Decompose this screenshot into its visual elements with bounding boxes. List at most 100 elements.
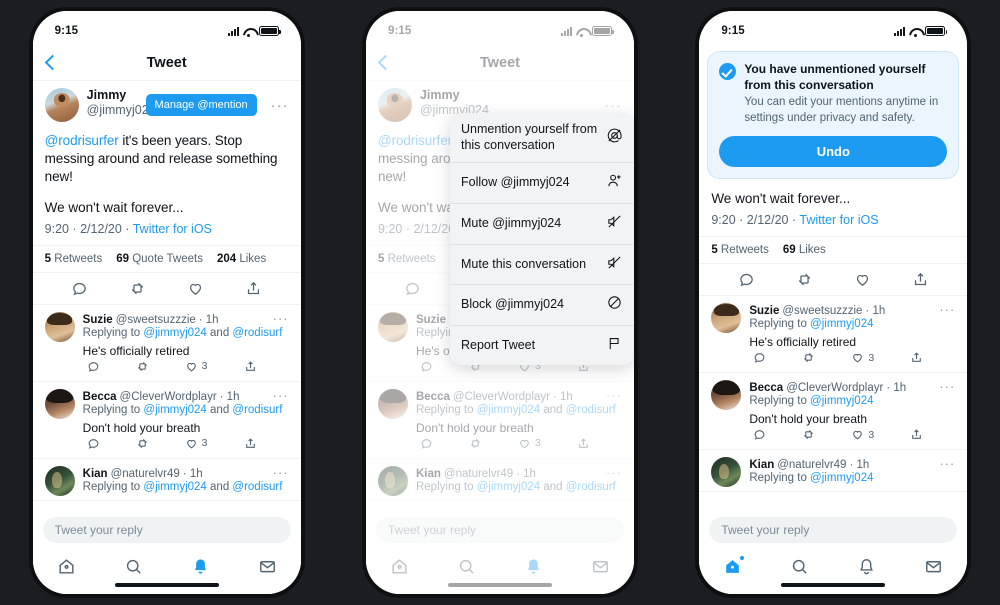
- avatar[interactable]: [377, 311, 408, 342]
- stat-item[interactable]: 5 Retweets: [378, 253, 436, 265]
- avatar[interactable]: [44, 311, 75, 342]
- avatar[interactable]: [44, 88, 79, 122]
- reply-icon[interactable]: [420, 360, 433, 373]
- stat-item[interactable]: 5 Retweets: [711, 244, 769, 256]
- reply-icon[interactable]: [753, 351, 766, 364]
- menu-item-block[interactable]: Block @jimmyj024: [449, 285, 634, 326]
- reply-composer[interactable]: Tweet your reply: [699, 511, 968, 548]
- replying-to-link[interactable]: @jimmyj024: [477, 481, 540, 493]
- retweet-icon[interactable]: [469, 437, 482, 450]
- replying-to-link[interactable]: @jimmyj024: [810, 318, 873, 330]
- reply-input[interactable]: Tweet your reply: [42, 517, 291, 543]
- replying-to-link[interactable]: @jimmyj024: [477, 404, 540, 416]
- avatar[interactable]: [44, 465, 75, 496]
- tab-search[interactable]: [790, 557, 809, 581]
- back-icon[interactable]: [44, 54, 60, 71]
- reply-icon[interactable]: [87, 360, 100, 373]
- tweet-client-link[interactable]: Twitter for iOS: [799, 213, 878, 227]
- reply-icon[interactable]: [420, 437, 433, 450]
- retweet-icon[interactable]: [802, 428, 815, 441]
- share-icon[interactable]: [910, 351, 923, 364]
- retweet-icon[interactable]: [796, 271, 813, 288]
- tweet-client-link[interactable]: Twitter for iOS: [133, 222, 212, 236]
- tweet-more-icon[interactable]: ···: [265, 98, 289, 113]
- stat-item[interactable]: 69 Likes: [783, 244, 826, 256]
- like-icon[interactable]: [854, 271, 871, 288]
- avatar[interactable]: [711, 303, 742, 334]
- share-icon[interactable]: [244, 360, 257, 373]
- avatar[interactable]: [711, 457, 742, 488]
- replying-to-link[interactable]: @jimmyj024: [143, 404, 206, 416]
- reply-input[interactable]: Tweet your reply: [375, 517, 624, 543]
- reply-icon[interactable]: [404, 280, 421, 297]
- tab-messages[interactable]: [591, 557, 610, 581]
- reply-icon[interactable]: [738, 271, 755, 288]
- share-icon[interactable]: [244, 437, 257, 450]
- like-icon[interactable]: 3: [185, 437, 208, 450]
- stat-item[interactable]: 69 Quote Tweets: [116, 253, 203, 265]
- menu-item-follow[interactable]: Follow @jimmyj024: [449, 163, 634, 204]
- replying-to-link[interactable]: @jimmyj024: [810, 472, 873, 484]
- replying-to-link[interactable]: @jimmyj024: [143, 481, 206, 493]
- mention-link[interactable]: @rodrisurfer: [45, 133, 119, 148]
- reply-more-icon[interactable]: ···: [273, 312, 289, 325]
- reply-icon[interactable]: [753, 428, 766, 441]
- menu-item-mute-user[interactable]: Mute @jimmyj024: [449, 204, 634, 245]
- reply-more-icon[interactable]: ···: [939, 380, 955, 393]
- replying-to-link-2[interactable]: @rodisurf: [232, 481, 282, 493]
- stat-item[interactable]: 204 Likes: [217, 253, 266, 265]
- share-icon[interactable]: [912, 271, 929, 288]
- reply-more-icon[interactable]: ···: [273, 389, 289, 402]
- list-item[interactable]: Kian @naturelvr49 · 1h ··· Replying to @…: [365, 459, 634, 501]
- tweet-scroll-area[interactable]: We won't wait forever... 9:20 · 2/12/20 …: [699, 179, 968, 511]
- list-item[interactable]: Kian @naturelvr49 · 1h ··· Replying to @…: [32, 459, 301, 501]
- reply-composer[interactable]: Tweet your reply: [32, 511, 301, 548]
- reply-more-icon[interactable]: ···: [606, 466, 622, 479]
- replying-to-link-2[interactable]: @rodisurf: [566, 481, 616, 493]
- share-icon[interactable]: [910, 428, 923, 441]
- menu-item-report[interactable]: Report Tweet: [450, 326, 634, 366]
- reply-composer[interactable]: Tweet your reply: [365, 511, 634, 548]
- list-item[interactable]: Becca @CleverWordplayr · 1h ··· Replying…: [32, 382, 301, 459]
- back-icon[interactable]: [377, 54, 394, 71]
- replying-to-link-2[interactable]: @rodisurf: [566, 404, 616, 416]
- tab-messages[interactable]: [924, 557, 943, 581]
- share-icon[interactable]: [577, 437, 590, 450]
- list-item[interactable]: Suzie @sweetsuzzzie · 1h ··· Replying to…: [32, 305, 301, 382]
- avatar[interactable]: [711, 380, 742, 411]
- stat-item[interactable]: 5 Retweets: [45, 253, 103, 265]
- like-icon[interactable]: 3: [851, 428, 874, 441]
- tab-notifications[interactable]: [524, 557, 543, 581]
- retweet-icon[interactable]: [136, 437, 149, 450]
- tab-messages[interactable]: [258, 557, 277, 581]
- tab-search[interactable]: [124, 557, 143, 581]
- reply-more-icon[interactable]: ···: [273, 466, 289, 479]
- list-item[interactable]: Kian @naturelvr49 · 1h ··· Replying to @…: [699, 450, 968, 493]
- like-icon[interactable]: 3: [851, 351, 874, 364]
- reply-more-icon[interactable]: ···: [606, 389, 622, 402]
- menu-item-mute-conversation[interactable]: Mute this conversation: [449, 245, 634, 286]
- manage-mention-button[interactable]: Manage @mention: [145, 94, 257, 116]
- reply-icon[interactable]: [71, 280, 88, 297]
- menu-item-unmention[interactable]: Unmention yourself from this conversatio…: [449, 113, 634, 164]
- retweet-icon[interactable]: [802, 351, 815, 364]
- retweet-icon[interactable]: [129, 280, 146, 297]
- share-icon[interactable]: [245, 280, 262, 297]
- avatar[interactable]: [44, 388, 75, 419]
- reply-icon[interactable]: [87, 437, 100, 450]
- like-icon[interactable]: [187, 280, 204, 297]
- avatar[interactable]: [377, 465, 408, 496]
- list-item[interactable]: Becca @CleverWordplayr · 1h ··· Replying…: [365, 382, 634, 459]
- tab-notifications[interactable]: [857, 557, 876, 581]
- tweet-scroll-area[interactable]: Jimmy @jimmyj024 Manage @mention ··· @ro…: [32, 81, 301, 511]
- replying-to-link-2[interactable]: @rodisurf: [232, 404, 282, 416]
- replying-to-link[interactable]: @jimmyj024: [810, 395, 873, 407]
- tab-home[interactable]: [390, 557, 409, 581]
- like-icon[interactable]: 3: [518, 437, 541, 450]
- list-item[interactable]: Becca @CleverWordplayr · 1h ··· Replying…: [699, 373, 968, 451]
- tweet-more-icon[interactable]: ···: [598, 98, 622, 113]
- replying-to-link[interactable]: @jimmyj024: [143, 327, 206, 339]
- retweet-icon[interactable]: [136, 360, 149, 373]
- reply-input[interactable]: Tweet your reply: [709, 517, 958, 543]
- like-icon[interactable]: 3: [185, 360, 208, 373]
